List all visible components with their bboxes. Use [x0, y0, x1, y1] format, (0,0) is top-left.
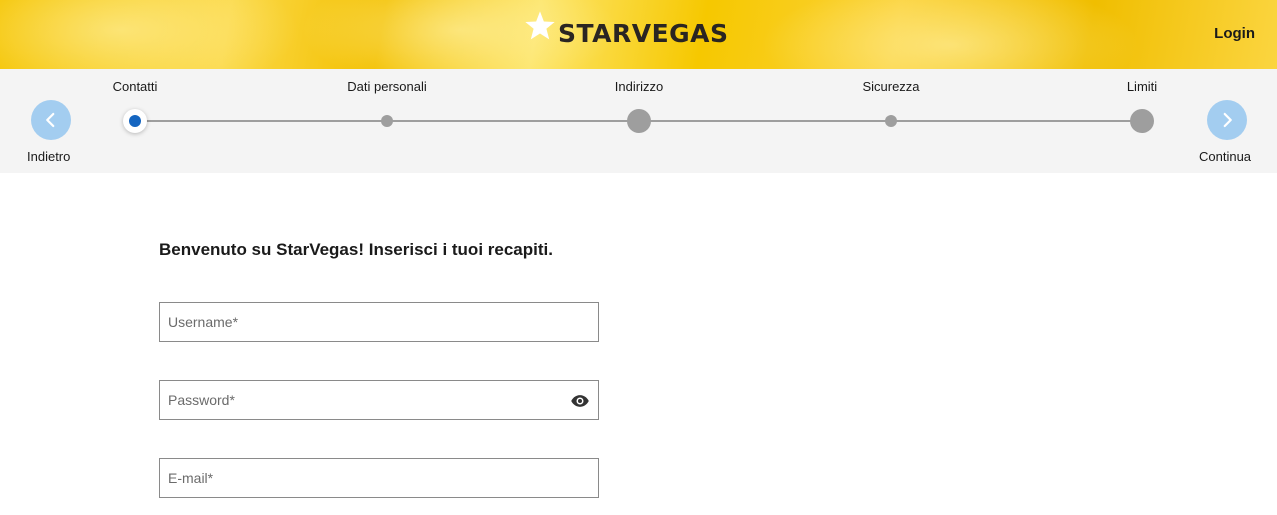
next-label: Continua [1199, 149, 1252, 164]
site-header: STARVEGAS Login [0, 0, 1277, 69]
step-label-sicurezza: Sicurezza [862, 79, 920, 94]
chevron-left-icon [46, 112, 55, 128]
next-button[interactable] [1207, 100, 1247, 140]
back-button[interactable] [31, 100, 71, 140]
step-label-contatti: Contatti [112, 79, 158, 94]
step-dot-dati-personali[interactable] [381, 115, 393, 127]
active-step-indicator [129, 115, 141, 127]
email-field [159, 458, 599, 498]
username-input[interactable] [160, 303, 598, 341]
eye-icon[interactable] [570, 391, 590, 411]
password-input[interactable] [160, 381, 598, 419]
step-dot-contatti[interactable] [123, 109, 147, 133]
brand-logo[interactable]: STARVEGAS [524, 11, 729, 48]
username-field [159, 302, 599, 342]
form-title: Benvenuto su StarVegas! Inserisci i tuoi… [159, 240, 553, 259]
star-icon [525, 11, 555, 40]
step-dot-indirizzo[interactable] [627, 109, 651, 133]
step-dot-sicurezza[interactable] [885, 115, 897, 127]
brand-name: STARVEGAS [558, 18, 729, 48]
password-field [159, 380, 599, 420]
step-label-limiti: Limiti [1126, 79, 1158, 94]
registration-stepper: Indietro Contatti Dati personali Indiriz… [0, 69, 1277, 173]
back-label: Indietro [27, 149, 71, 164]
header-decoration [760, 0, 1140, 69]
chevron-right-icon [1223, 112, 1232, 128]
email-input[interactable] [160, 459, 598, 497]
header-decoration [0, 0, 300, 69]
step-dot-limiti[interactable] [1130, 109, 1154, 133]
login-link[interactable]: Login [1214, 25, 1255, 42]
step-label-indirizzo: Indirizzo [614, 79, 664, 94]
step-label-dati-personali: Dati personali [347, 79, 427, 94]
